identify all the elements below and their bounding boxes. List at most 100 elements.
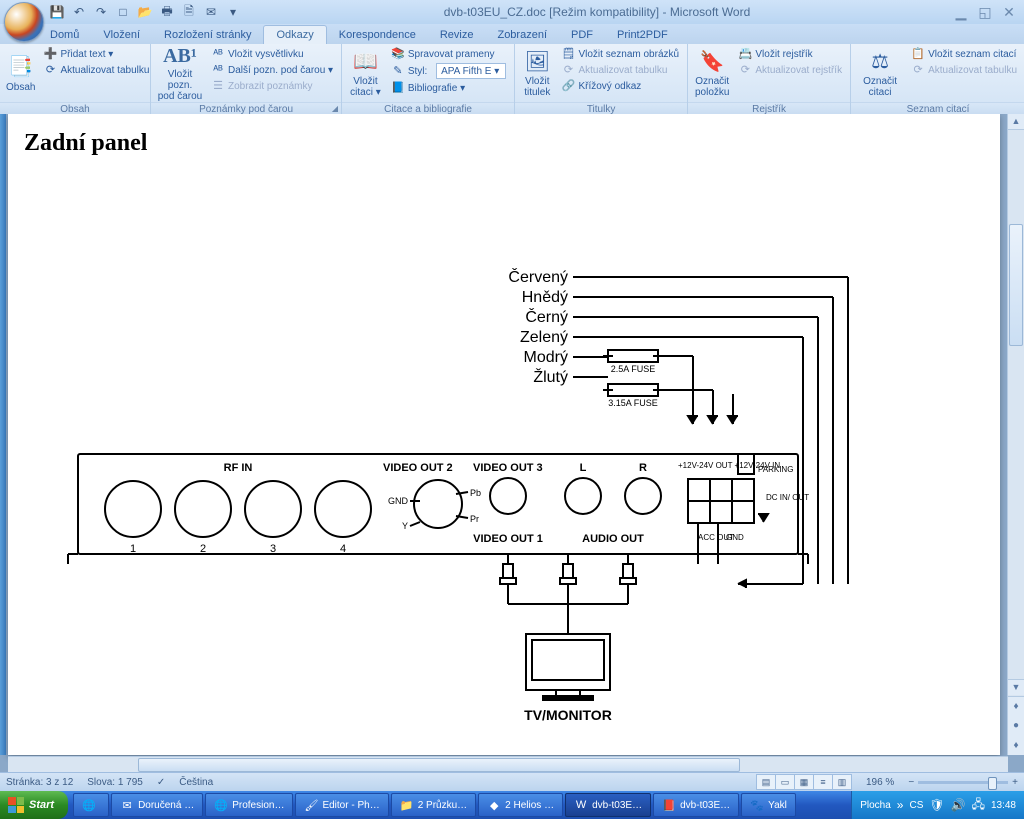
tray-volume-icon[interactable]: 🔊 — [951, 798, 966, 812]
next-footnote-label: Další pozn. pod čarou ▾ — [228, 64, 333, 77]
vertical-scrollbar[interactable]: ▲ ▼ ♦ ● ♦ — [1007, 114, 1024, 755]
zoom-track[interactable] — [918, 781, 1008, 784]
window-title: dvb-t03EU_CZ.doc [Režim kompatibility] -… — [242, 5, 952, 19]
toc-button[interactable]: 📑 Obsah — [6, 46, 35, 102]
insert-caption-button[interactable]: 🖼 Vložit titulek — [521, 46, 553, 102]
svg-text:DC IN/ OUT: DC IN/ OUT — [766, 493, 809, 502]
taskbar-item-7[interactable]: 📕dvb-t03E… — [653, 793, 739, 817]
view-outline[interactable]: ≡ — [814, 775, 833, 789]
office-button[interactable] — [4, 2, 44, 42]
tab-home[interactable]: Domů — [38, 26, 91, 44]
view-web-layout[interactable]: ▦ — [795, 775, 814, 789]
minimize-button[interactable]: ▁ — [952, 4, 970, 21]
mark-citation-icon: ⚖ — [866, 50, 894, 74]
start-button[interactable]: Start — [0, 791, 68, 819]
cross-ref-button[interactable]: 🔗Křížový odkaz — [559, 78, 681, 94]
taskbar-item-3[interactable]: 🖌Editor - Ph… — [295, 793, 388, 817]
tab-references[interactable]: Odkazy — [263, 25, 326, 44]
insert-toa-icon: 📋 — [911, 47, 925, 61]
taskbar-item-0[interactable]: 🌐 — [73, 793, 109, 817]
taskbar-item-5[interactable]: ◆2 Helios … — [478, 793, 563, 817]
tab-print2pdf[interactable]: Print2PDF — [605, 26, 680, 44]
title-mode: [Režim kompatibility] — [549, 5, 659, 19]
document-page[interactable]: Zadní panel Červený Hnědý Černý Zelený M… — [8, 114, 1000, 755]
endnote-icon: ᴬᴮ — [211, 47, 225, 61]
style-select[interactable]: APA Fifth E ▾ — [436, 63, 506, 79]
zoom-out-button[interactable]: − — [908, 777, 914, 788]
restore-button[interactable]: ◱ — [976, 4, 994, 21]
manage-sources-button[interactable]: 📚Spravovat prameny — [389, 46, 508, 62]
vscroll-thumb[interactable] — [1009, 224, 1023, 346]
status-page[interactable]: Stránka: 3 z 12 — [6, 777, 73, 788]
svg-text:PARKING: PARKING — [758, 465, 793, 474]
qat-undo[interactable]: ↶ — [70, 3, 88, 21]
update-toa-button[interactable]: ⟳Aktualizovat tabulku — [909, 62, 1019, 78]
view-draft[interactable]: ▥ — [833, 775, 851, 789]
tray-network-icon[interactable]: 🖧 — [972, 795, 985, 816]
zoom-in-button[interactable]: + — [1012, 777, 1018, 788]
tab-pdf[interactable]: PDF — [559, 26, 605, 44]
qat-print[interactable]: 🖶 — [158, 3, 176, 21]
qat-new[interactable]: □ — [114, 3, 132, 21]
mark-citation-button[interactable]: ⚖ Označit citaci — [857, 46, 903, 102]
next-footnote-button[interactable]: ᴬᴮDalší pozn. pod čarou ▾ — [209, 62, 335, 78]
horizontal-scrollbar[interactable] — [8, 756, 1008, 773]
taskbar-item-2[interactable]: 🌐Profesion… — [205, 793, 293, 817]
taskbar-item-8[interactable]: 🐾Yakl — [741, 793, 796, 817]
view-print-layout[interactable]: ▤ — [757, 775, 776, 789]
view-full-reading[interactable]: ▭ — [776, 775, 795, 789]
tray-arrow-icon[interactable]: » — [897, 798, 904, 812]
manage-sources-label: Spravovat prameny — [408, 48, 495, 61]
insert-figlist-button[interactable]: 🗒Vložit seznam obrázků — [559, 46, 681, 62]
tab-insert[interactable]: Vložení — [91, 26, 152, 44]
mark-entry-button[interactable]: 🔖 Označit položku — [694, 46, 730, 102]
tray-clock[interactable]: 13:48 — [991, 800, 1016, 811]
update-toc-icon: ⟳ — [43, 63, 57, 77]
taskbar-item-4[interactable]: 📁2 Průzku… — [391, 793, 476, 817]
tab-layout[interactable]: Rozložení stránky — [152, 26, 263, 44]
ribbon-tabs: Domů Vložení Rozložení stránky Odkazy Ko… — [0, 24, 1024, 44]
qat-mail[interactable]: ✉ — [202, 3, 220, 21]
insert-footnote-button[interactable]: AB¹ Vložit pozn. pod čarou — [157, 46, 203, 102]
footnotes-launcher[interactable]: ◢ — [332, 104, 338, 113]
scroll-up-button[interactable]: ▲ — [1008, 114, 1024, 130]
taskbar-item-icon: 📕 — [662, 798, 676, 812]
show-desktop-button[interactable]: Plocha — [860, 800, 891, 811]
status-words[interactable]: Slova: 1 795 — [87, 777, 143, 788]
add-text-button[interactable]: ➕Přidat text ▾ — [41, 46, 151, 62]
close-button[interactable]: ✕ — [1000, 4, 1018, 21]
bibliography-button[interactable]: 📘Bibliografie ▾ — [389, 80, 508, 96]
scroll-down-button[interactable]: ▼ — [1008, 679, 1024, 695]
qat-preview[interactable]: 🗎 — [180, 3, 198, 21]
taskbar-item-1[interactable]: ✉Doručená … — [111, 793, 203, 817]
update-index-button[interactable]: ⟳Aktualizovat rejstřík — [736, 62, 844, 78]
update-toc-button[interactable]: ⟳Aktualizovat tabulku — [41, 62, 151, 78]
insert-index-button[interactable]: 📇Vložit rejstřík — [736, 46, 844, 62]
svg-text:AUDIO OUT: AUDIO OUT — [582, 533, 644, 545]
update-figlist-button[interactable]: ⟳Aktualizovat tabulku — [559, 62, 681, 78]
taskbar-item-icon: 🐾 — [750, 798, 764, 812]
qat-more[interactable]: ▾ — [224, 3, 242, 21]
taskbar-item-icon: 📁 — [400, 798, 414, 812]
status-language[interactable]: Čeština — [179, 777, 213, 788]
prev-page-button[interactable]: ♦ — [1013, 701, 1018, 712]
hscroll-thumb[interactable] — [138, 758, 740, 772]
next-page-button[interactable]: ♦ — [1013, 740, 1018, 751]
qat-open[interactable]: 📂 — [136, 3, 154, 21]
zoom-level[interactable]: 196 % — [866, 777, 894, 788]
taskbar-item-6[interactable]: Wdvb-t03E… — [565, 793, 651, 817]
tab-view[interactable]: Zobrazení — [485, 26, 559, 44]
qat-redo[interactable]: ↷ — [92, 3, 110, 21]
tab-mailings[interactable]: Korespondence — [327, 26, 428, 44]
tray-shield-icon[interactable]: 🛡 — [929, 798, 944, 812]
insert-toa-button[interactable]: 📋Vložit seznam citací — [909, 46, 1019, 62]
status-proof-icon[interactable]: ✓ — [157, 777, 165, 788]
show-notes-button[interactable]: ☰Zobrazit poznámky — [209, 78, 335, 94]
insert-endnote-button[interactable]: ᴬᴮVložit vysvětlivku — [209, 46, 335, 62]
tray-language[interactable]: CS — [909, 800, 923, 811]
zoom-knob[interactable] — [988, 777, 997, 790]
qat-save[interactable]: 💾 — [48, 3, 66, 21]
browse-object-button[interactable]: ● — [1013, 720, 1019, 731]
tab-review[interactable]: Revize — [428, 26, 486, 44]
insert-citation-button[interactable]: 📖 Vložit citaci ▾ — [348, 46, 383, 102]
